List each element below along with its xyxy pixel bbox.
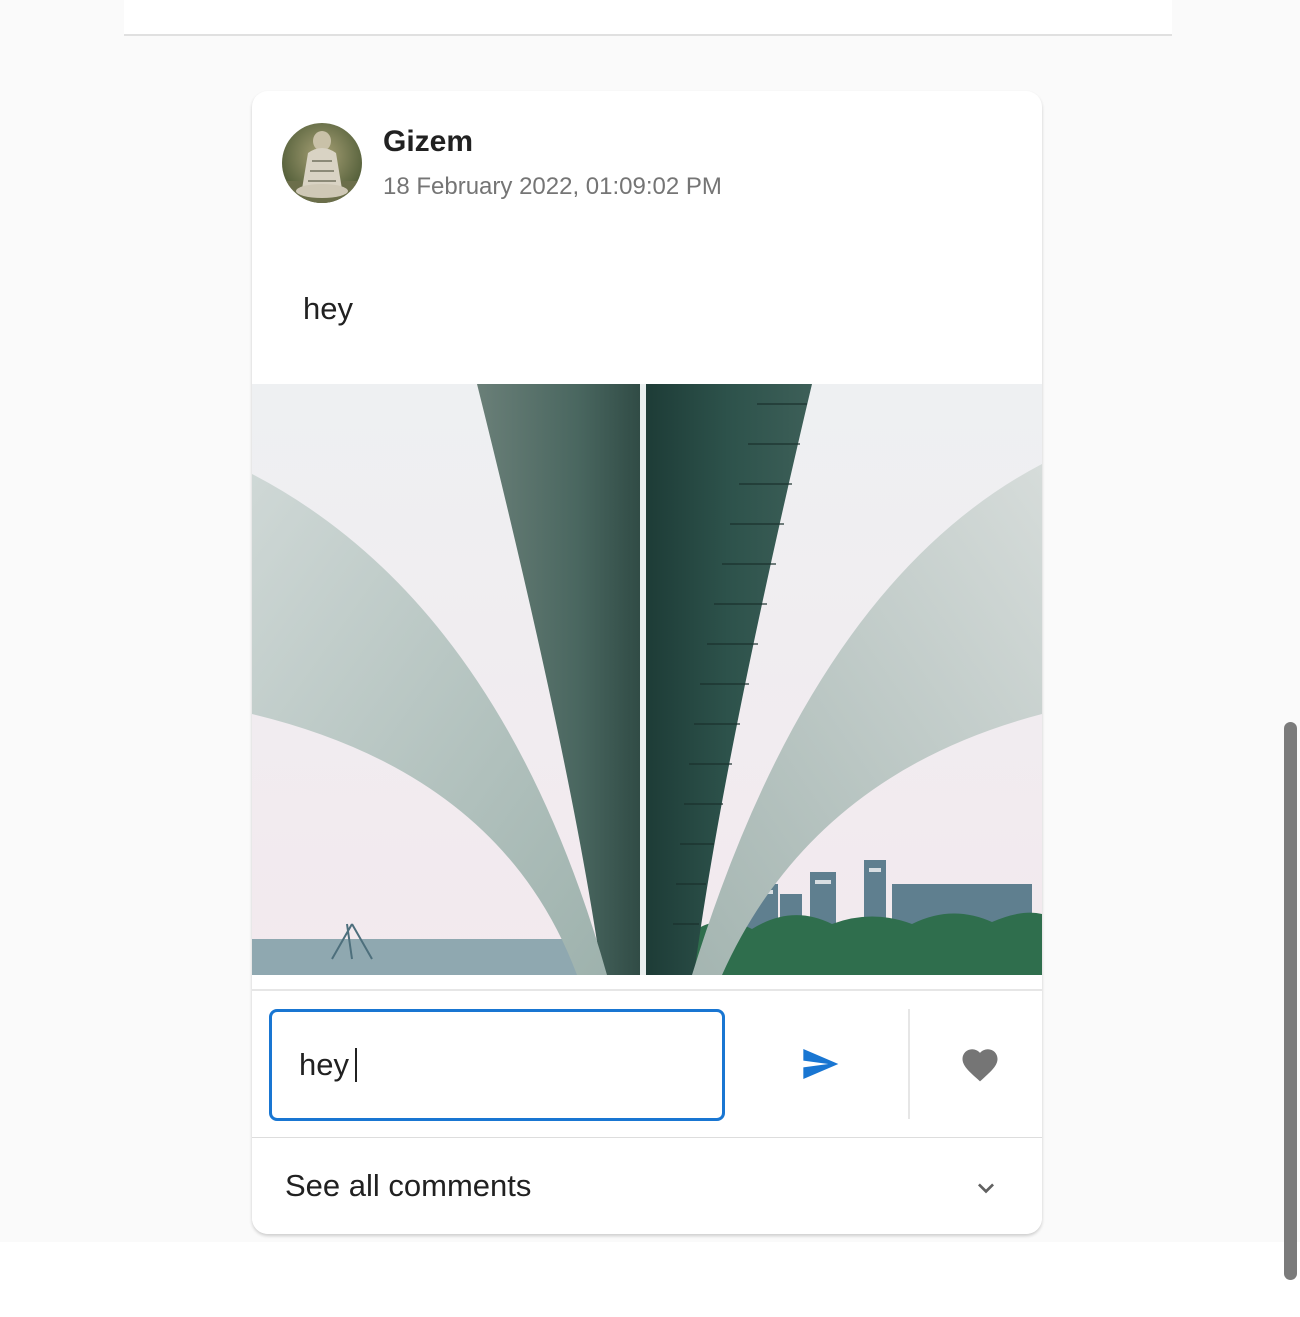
text-caret: [354, 1048, 357, 1082]
avatar-image: [282, 123, 362, 203]
comment-input-value: hey: [299, 1047, 349, 1082]
scrollbar[interactable]: [1284, 722, 1297, 1280]
comment-input[interactable]: hey: [269, 1009, 725, 1121]
post-timestamp: 18 February 2022, 01:09:02 PM: [383, 173, 722, 200]
send-button[interactable]: [788, 1034, 852, 1094]
send-icon: [803, 1049, 839, 1079]
post-author[interactable]: Gizem: [383, 125, 473, 159]
post-card: Gizem 18 February 2022, 01:09:02 PM hey: [252, 91, 1042, 1234]
see-all-comments-label: See all comments: [285, 1168, 532, 1203]
chevron-down-icon[interactable]: [970, 1172, 1002, 1204]
post-divider: [252, 989, 1042, 991]
avatar[interactable]: [282, 123, 362, 203]
top-bar: [124, 0, 1172, 36]
post-image[interactable]: [252, 384, 1042, 975]
action-divider: [908, 1009, 910, 1119]
post-text: hey: [303, 291, 353, 326]
see-all-comments[interactable]: See all comments: [252, 1137, 1042, 1234]
heart-icon: [962, 1049, 998, 1082]
like-button[interactable]: [952, 1037, 1008, 1093]
